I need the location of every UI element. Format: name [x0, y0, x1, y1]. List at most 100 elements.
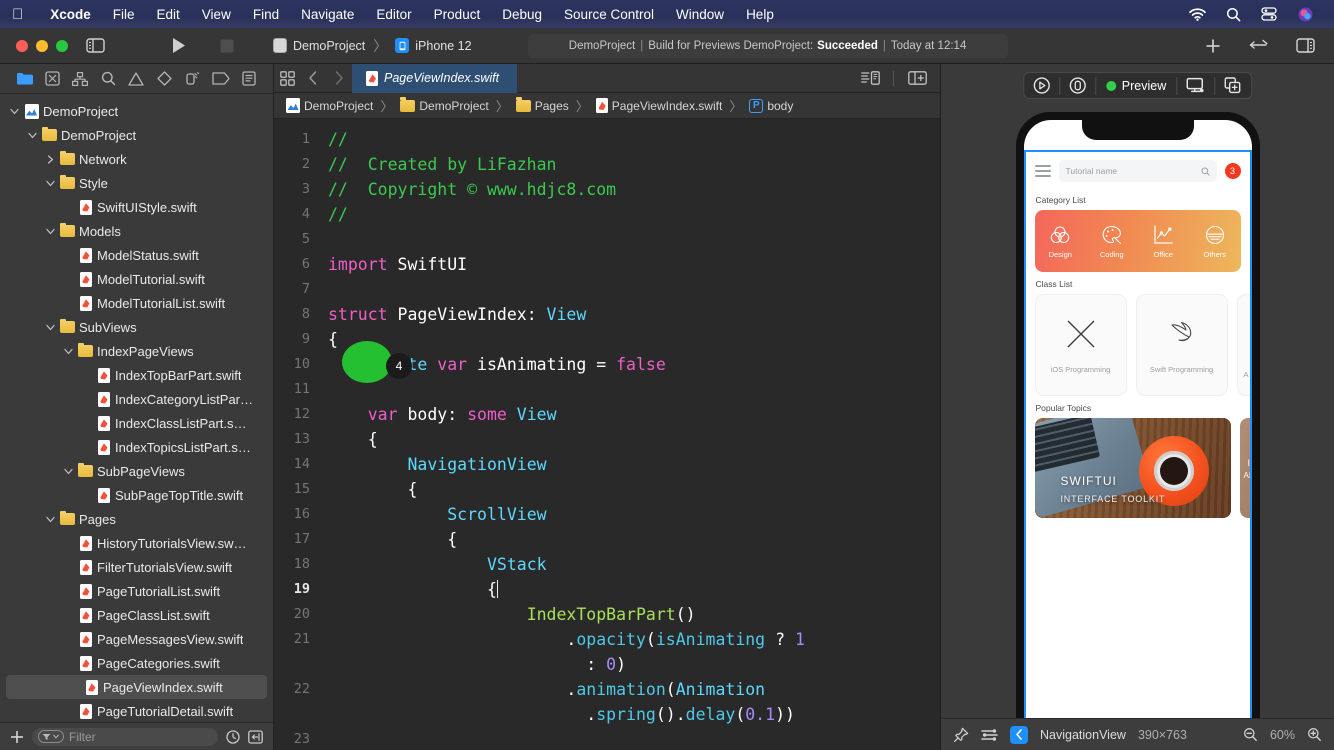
class-card-swift-programming[interactable]: Swift Programming — [1135, 294, 1228, 396]
code-line[interactable]: { — [328, 477, 940, 502]
code-line[interactable]: // Created by LiFazhan — [328, 152, 940, 177]
file-tree-row[interactable]: Models — [0, 219, 273, 243]
search-input[interactable]: Tutorial name — [1058, 160, 1217, 182]
source-code[interactable]: // // Created by LiFazhan // Copyright © w… — [320, 119, 940, 750]
search-icon[interactable] — [1224, 6, 1242, 22]
filter-funnel-icon[interactable] — [38, 730, 64, 743]
zoom-out-icon[interactable] — [1243, 727, 1258, 742]
file-tree-row-selected[interactable]: PageViewIndex.swift — [6, 675, 267, 699]
plus-icon[interactable] — [1200, 35, 1226, 57]
menu-item-file[interactable]: File — [102, 7, 146, 22]
code-line[interactable]: { — [328, 527, 940, 552]
file-tree-row[interactable]: SwiftUIStyle.swift — [0, 195, 273, 219]
breadcrumb-item[interactable]: DemoProject — [286, 98, 373, 113]
add-editor-icon[interactable] — [904, 71, 930, 85]
wifi-icon[interactable] — [1188, 6, 1206, 22]
file-tree-row[interactable]: IndexTopBarPart.swift — [0, 363, 273, 387]
code-line[interactable]: import SwiftUI — [328, 252, 940, 277]
chevron-down-icon[interactable] — [8, 108, 20, 115]
destination-name[interactable]: iPhone 12 — [415, 39, 471, 53]
menu-item-source-control[interactable]: Source Control — [553, 7, 665, 22]
code-review-icon[interactable] — [1246, 35, 1272, 57]
code-line[interactable]: .opacity(isAnimating ? 1 — [328, 627, 940, 652]
report-navigator-tab[interactable] — [239, 70, 259, 88]
project-file-tree[interactable]: DemoProject DemoProject Network Style SwiftU… — [0, 94, 273, 722]
menu-item-window[interactable]: Window — [665, 7, 735, 22]
breadcrumb[interactable]: DemoProject 〉 DemoProject 〉 Pages 〉 PageViewIn… — [274, 93, 940, 119]
device-settings-icon[interactable] — [1060, 72, 1095, 99]
siri-icon[interactable] — [1296, 6, 1314, 22]
find-navigator-tab[interactable] — [98, 70, 118, 88]
scheme-name[interactable]: DemoProject — [293, 39, 365, 53]
code-line[interactable]: ScrollView — [328, 502, 940, 527]
menu-item-help[interactable]: Help — [735, 7, 785, 22]
maximize-button[interactable] — [56, 39, 68, 52]
minimize-button[interactable] — [36, 39, 48, 52]
chevron-down-icon[interactable] — [44, 516, 56, 523]
sidebar-toggle-icon[interactable] — [82, 35, 108, 57]
category-item-others[interactable]: Others — [1189, 224, 1241, 259]
class-card-ios-programming[interactable]: iOS Programming — [1034, 294, 1127, 396]
file-tree-row[interactable]: PageClassList.swift — [0, 603, 273, 627]
code-line[interactable]: NavigationView — [328, 452, 940, 477]
code-line[interactable]: { — [328, 427, 940, 452]
file-tree-row[interactable]: Pages — [0, 507, 273, 531]
code-line[interactable] — [328, 227, 940, 252]
category-item-office[interactable]: Office — [1138, 224, 1190, 259]
filter-input[interactable]: Filter — [32, 727, 218, 746]
file-tree-row[interactable]: Network — [0, 147, 273, 171]
code-line[interactable]: .animation(Animation — [328, 677, 940, 702]
file-tree-row[interactable]: IndexPageViews — [0, 339, 273, 363]
file-tree-row[interactable]: HistoryTutorialsView.sw… — [0, 531, 273, 555]
code-line[interactable]: { — [328, 577, 940, 602]
breadcrumb-item[interactable]: DemoProject — [400, 97, 489, 113]
file-tree-row[interactable]: PageTutorialList.swift — [0, 579, 273, 603]
code-line[interactable]: VStack — [328, 552, 940, 577]
chevron-down-icon[interactable] — [26, 132, 38, 139]
menu-item-editor[interactable]: Editor — [365, 7, 422, 22]
preview-selection-name[interactable]: NavigationView — [1040, 728, 1126, 742]
pin-icon[interactable] — [953, 727, 969, 743]
topic-card-partial[interactable]: IO AD — [1239, 418, 1250, 518]
breadcrumb-item[interactable]: Pbody — [749, 98, 793, 113]
chevron-down-icon[interactable] — [44, 228, 56, 235]
file-tree-row[interactable]: Style — [0, 171, 273, 195]
phone-screen[interactable]: Tutorial name 3 Category List Design Cod… — [1023, 120, 1252, 718]
file-tree-row[interactable]: PageTutorialDetail.swift — [0, 699, 273, 722]
apple-logo-icon[interactable]:  — [12, 7, 23, 22]
zoom-in-icon[interactable] — [1307, 727, 1322, 742]
stop-button[interactable] — [214, 35, 240, 57]
file-tree-row[interactable]: PageMessagesView.swift — [0, 627, 273, 651]
menu-item-debug[interactable]: Debug — [491, 7, 553, 22]
breakpoint-indicator[interactable] — [342, 341, 392, 383]
menu-item-product[interactable]: Product — [423, 7, 492, 22]
chevron-down-icon[interactable] — [44, 180, 56, 187]
test-navigator-tab[interactable] — [155, 70, 175, 88]
preview-canvas[interactable]: Preview Tutorial name 3 Category List De… — [941, 64, 1334, 718]
chevron-right-icon[interactable] — [44, 154, 56, 164]
run-button[interactable] — [166, 35, 192, 57]
code-line[interactable]: .spring().delay(0.1)) — [328, 702, 940, 727]
minimap-icon[interactable] — [857, 71, 883, 85]
chevron-down-icon[interactable] — [62, 468, 74, 475]
editor-tab-pageviewindex[interactable]: PageViewIndex.swift — [352, 63, 517, 93]
notification-badge[interactable]: 3 — [1224, 163, 1241, 179]
breakpoint-count-badge[interactable]: 4 — [386, 353, 412, 379]
category-item-coding[interactable]: Coding — [1086, 224, 1138, 259]
topic-card-swiftui[interactable]: SWIFTUI INTERFACE TOOLKIT — [1034, 418, 1231, 518]
issue-navigator-tab[interactable] — [126, 70, 146, 88]
project-navigator-tab[interactable] — [14, 70, 34, 88]
topics-scroll[interactable]: SWIFTUI INTERFACE TOOLKIT IO AD — [1026, 418, 1250, 518]
chevron-down-icon[interactable] — [62, 348, 74, 355]
code-line[interactable]: : 0) — [328, 652, 940, 677]
sliders-icon[interactable] — [981, 728, 998, 742]
menu-item-xcode[interactable]: Xcode — [39, 7, 102, 22]
code-line[interactable]: { — [328, 327, 940, 352]
code-line[interactable]: var body: some View — [328, 402, 940, 427]
clock-icon[interactable] — [226, 729, 240, 744]
play-preview-icon[interactable] — [1024, 72, 1059, 99]
code-line[interactable]: // Copyright © www.hdjc8.com — [328, 177, 940, 202]
list-icon[interactable] — [1034, 165, 1051, 177]
preview-status[interactable]: Preview — [1096, 79, 1176, 93]
menu-item-find[interactable]: Find — [242, 7, 290, 22]
